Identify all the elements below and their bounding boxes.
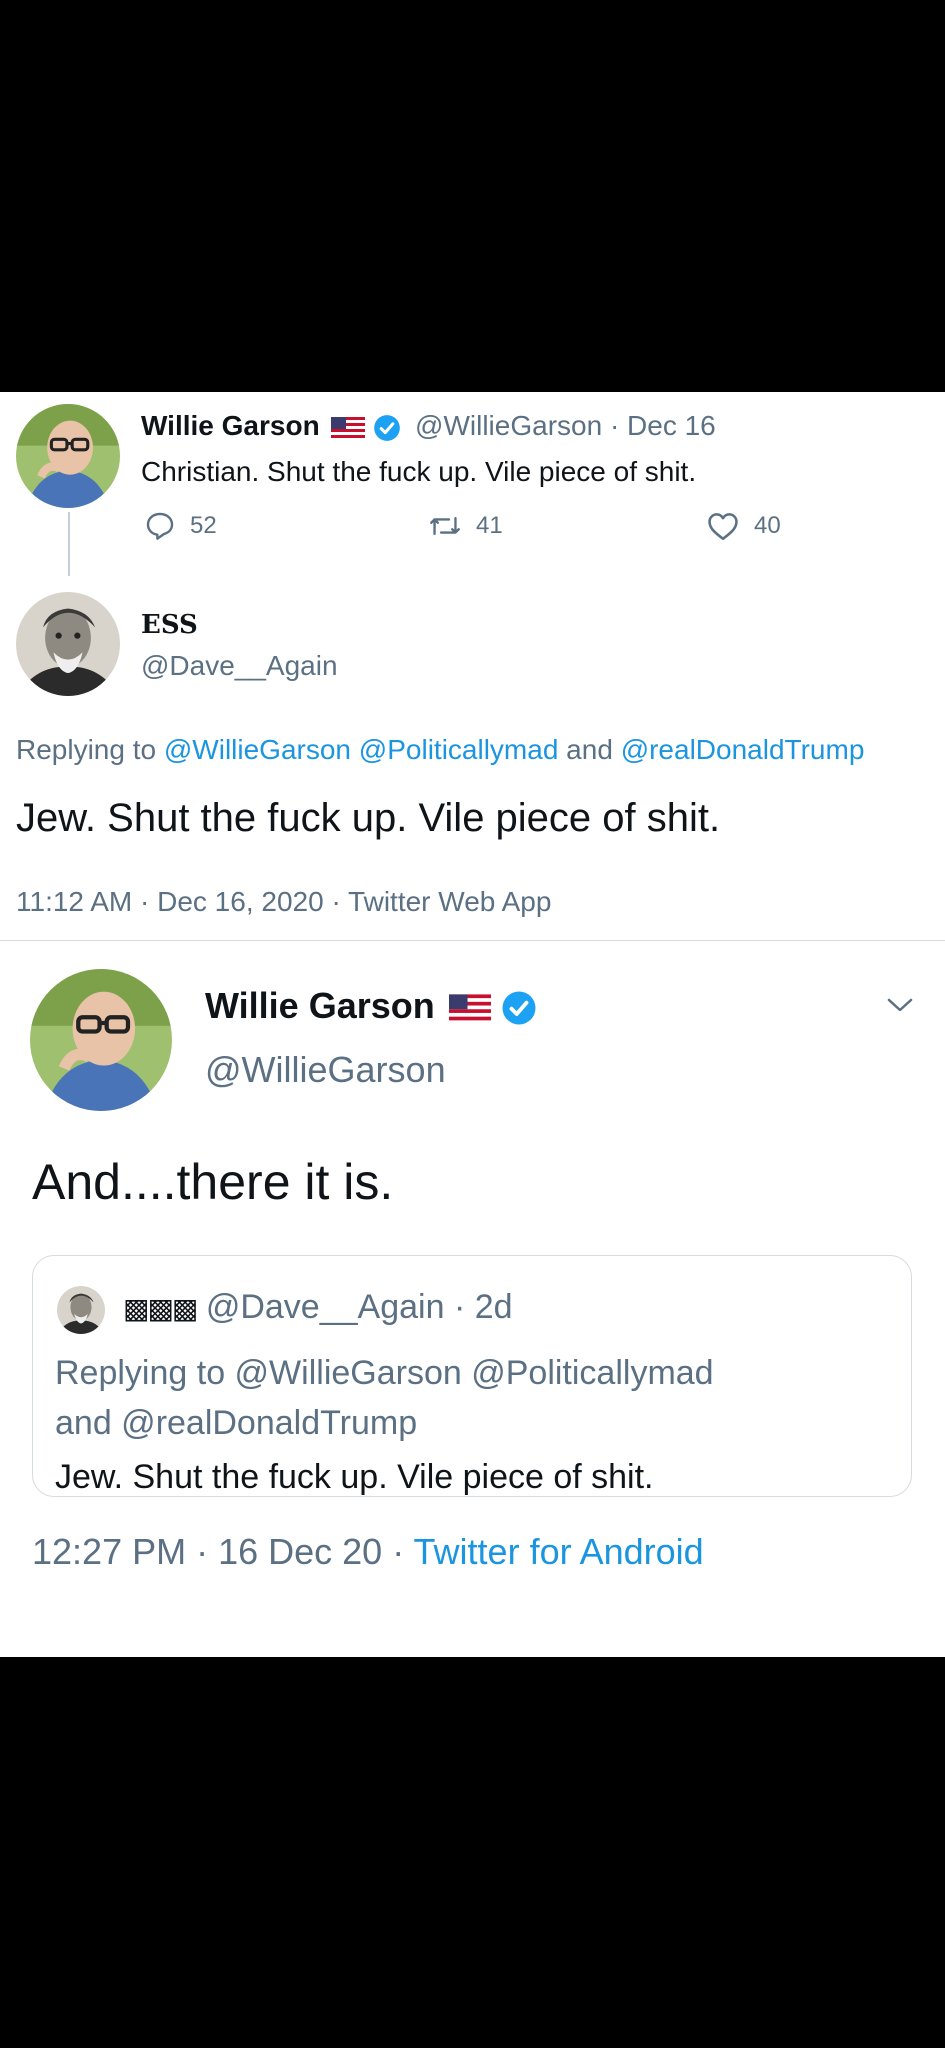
retweet-icon xyxy=(430,516,460,536)
verified-badge-icon xyxy=(502,991,536,1025)
us-flag-icon xyxy=(331,416,366,439)
reply-display-name[interactable]: ESS xyxy=(141,610,198,640)
reply-handle[interactable]: @Dave__Again xyxy=(141,650,338,682)
replying-and: and xyxy=(558,734,621,765)
tweet2-timestamp-text[interactable]: 12:27 PM · 16 Dec 20 · xyxy=(32,1531,414,1572)
quoted-handle-time: @Dave__Again · 2d xyxy=(205,1288,513,1326)
thread-connector-line xyxy=(68,512,70,576)
like-icon xyxy=(708,513,738,541)
quoted-avatar xyxy=(57,1286,105,1334)
tweet1-text: Christian. Shut the fuck up. Vile piece … xyxy=(141,456,697,487)
quote-tweet-screenshot: Willie Garson @WillieGarson And....there… xyxy=(0,940,945,1657)
willie-garson-avatar[interactable] xyxy=(16,404,120,508)
tweet2-text: And....there it is. xyxy=(32,1154,394,1210)
reply-count: 52 xyxy=(190,512,217,539)
mention-politicallymad[interactable]: @Politicallymad xyxy=(359,734,559,765)
reply-icon xyxy=(146,512,174,540)
reply-action[interactable]: 52 xyxy=(144,510,217,542)
verified-badge-icon xyxy=(374,414,401,441)
us-flag-icon xyxy=(448,994,491,1023)
quoted-replying-line-1: Replying to @WillieGarson @Politicallyma… xyxy=(55,1354,714,1392)
mention-realdonaldtrump[interactable]: @realDonaldTrump xyxy=(621,734,865,765)
willie-garson-avatar[interactable] xyxy=(30,969,172,1111)
reply-timestamp[interactable]: 11:12 AM · Dec 16, 2020 · Twitter Web Ap… xyxy=(16,886,551,918)
tweet2-source-link[interactable]: Twitter for Android xyxy=(414,1531,704,1572)
tweet1-display-name[interactable]: Willie Garson xyxy=(141,410,320,441)
like-action[interactable]: 40 xyxy=(706,510,781,542)
tweet2-handle[interactable]: @WillieGarson xyxy=(205,1049,446,1091)
replying-to-line: Replying to @WillieGarson @Politicallyma… xyxy=(16,734,945,766)
replying-to-prefix: Replying to xyxy=(16,734,164,765)
reply-thread-screenshot: Willie Garson @WillieGarson · Dec 16 Chr… xyxy=(0,392,945,940)
chevron-down-icon[interactable] xyxy=(885,995,915,1015)
quoted-replying-line-2: and @realDonaldTrump xyxy=(55,1404,418,1442)
quoted-tweet-card[interactable]: ▩▩▩ @Dave__Again · 2d Replying to @Willi… xyxy=(32,1255,912,1497)
like-count: 40 xyxy=(754,512,781,539)
ess-avatar[interactable] xyxy=(16,592,120,696)
quoted-display-name: ▩▩▩ xyxy=(123,1293,198,1324)
tweet2-display-name[interactable]: Willie Garson xyxy=(205,985,435,1026)
mention-williegarson[interactable]: @WillieGarson xyxy=(164,734,351,765)
reply-text: Jew. Shut the fuck up. Vile piece of shi… xyxy=(16,796,721,840)
quoted-text: Jew. Shut the fuck up. Vile piece of shi… xyxy=(55,1458,654,1496)
tweet1-handle-date[interactable]: @WillieGarson · Dec 16 xyxy=(415,410,716,441)
tweet2-timestamp: 12:27 PM · 16 Dec 20 · Twitter for Andro… xyxy=(32,1531,704,1573)
retweet-action[interactable]: 41 xyxy=(428,510,503,542)
retweet-count: 41 xyxy=(476,512,503,539)
